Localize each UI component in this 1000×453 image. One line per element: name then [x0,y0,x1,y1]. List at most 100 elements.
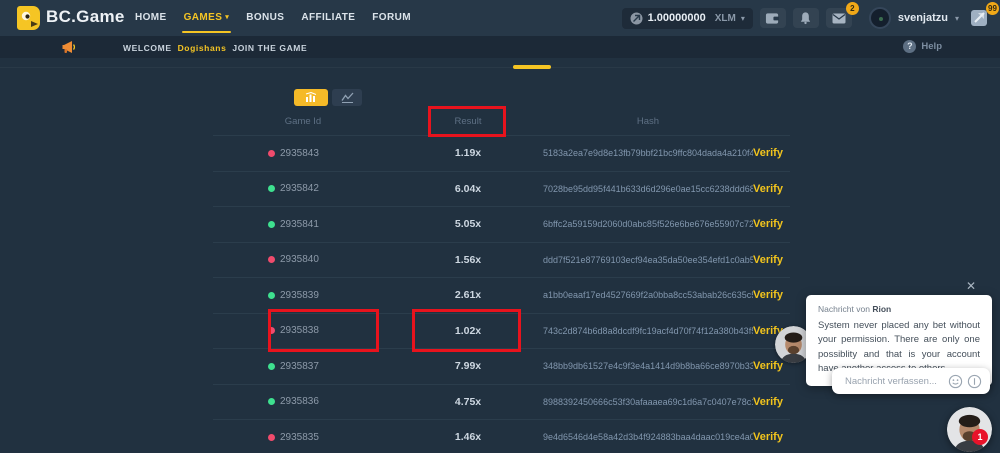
wallet-icon [765,12,780,25]
game-history-table: Game Id Result Hash 2935843 1.19x 5183a2… [213,108,790,453]
list-view-toggle[interactable] [294,89,328,106]
messages-button[interactable]: 2 [826,8,852,28]
result-value: 4.75x [393,396,543,408]
game-id-cell[interactable]: 2935839 [213,290,393,301]
status-dot [268,434,275,441]
notifications-button[interactable] [793,8,819,28]
hash-value: 743c2d874b6d8a8dcdf9fc19acf4d70f74f12a38… [543,326,753,336]
chat-toggle-button[interactable]: 99 [966,8,992,28]
chat-input[interactable] [845,376,948,387]
status-dot [268,185,275,192]
game-id-value: 2935840 [280,254,319,265]
welcome-username[interactable]: Dogishans [178,43,227,53]
trend-view-toggle[interactable] [332,89,362,106]
welcome-prefix: WELCOME [123,43,172,53]
hash-value: 348bb9db61527e4c9f3e4a1414d9b8ba66ce8970… [543,361,753,371]
chat-badge: 99 [986,2,999,15]
top-bar: BC.Game HOME ▾ GAMES ▾ BONUS ▾ AFFILIATE… [0,0,1000,36]
username[interactable]: svenjatzu [898,12,948,24]
bell-icon [799,11,812,25]
hash-value: 5183a2ea7e9d8e13fb79bbf21bc9ffc804dada4a… [543,148,753,158]
nav-item[interactable]: BONUS ▾ [246,0,284,36]
wallet-button[interactable] [760,8,786,28]
nav-item-label: FORUM [372,0,411,36]
help-label: Help [921,41,942,52]
table-row: 2935839 2.61x a1bb0eaaf17ed4527669f2a0bb… [213,277,790,313]
nav-item[interactable]: GAMES ▾ [184,0,230,36]
game-id-cell[interactable]: 2935838 [213,325,393,336]
table-row: 2935838 1.02x 743c2d874b6d8a8dcdf9fc19ac… [213,313,790,349]
welcome-bar: WELCOME Dogishans JOIN THE GAME ? Help [0,36,1000,58]
hash-value: 7028be95dd95f441b633d6d296e0ae15cc6238dd… [543,184,753,194]
mail-icon [832,13,846,24]
chat-panel-icon [970,9,988,27]
result-value: 1.56x [393,254,543,266]
bcgame-logo-icon[interactable] [16,5,41,31]
game-id-cell[interactable]: 2935835 [213,432,393,443]
game-id-value: 2935836 [280,396,319,407]
verify-link[interactable]: Verify [753,218,790,230]
verify-link[interactable]: Verify [753,396,790,408]
result-value: 2.61x [393,289,543,301]
status-dot [268,327,275,334]
status-dot [268,221,275,228]
hash-value: 9e4d6546d4e58a42d3b4f924883baa4daac019ce… [543,432,753,442]
verify-link[interactable]: Verify [753,254,790,266]
page: BC.Game HOME ▾ GAMES ▾ BONUS ▾ AFFILIATE… [0,0,1000,453]
chat-widget-avatar[interactable] [947,407,992,452]
chevron-down-icon: ▾ [741,14,745,23]
active-tab-indicator [513,65,551,69]
result-value: 1.02x [393,325,543,337]
top-bar-right: 1.00000000 XLM ▾ 2 [622,0,992,36]
game-id-cell[interactable]: 2935837 [213,361,393,372]
table-row: 2935836 4.75x 8988392450666c53f30afaaaea… [213,384,790,420]
hash-value: a1bb0eaaf17ed4527669f2a0bba8cc53abab26c6… [543,290,753,300]
game-id-cell[interactable]: 2935841 [213,219,393,230]
table-row: 2935843 1.19x 5183a2ea7e9d8e13fb79bbf21b… [213,135,790,171]
brand-title[interactable]: BC.Game [46,7,125,27]
nav-item-label: GAMES [184,0,223,36]
nav-item-label: HOME [135,0,167,36]
table-body: 2935843 1.19x 5183a2ea7e9d8e13fb79bbf21b… [213,135,790,453]
verify-link[interactable]: Verify [753,183,790,195]
verify-link[interactable]: Verify [753,147,790,159]
chevron-down-icon[interactable]: ▾ [955,14,959,23]
nav-item[interactable]: AFFILIATE ▾ [301,0,355,36]
game-id-cell[interactable]: 2935843 [213,148,393,159]
verify-link[interactable]: Verify [753,431,790,443]
nav-item[interactable]: FORUM ▾ [372,0,411,36]
verify-link[interactable]: Verify [753,289,790,301]
game-id-cell[interactable]: 2935836 [213,396,393,407]
game-id-value: 2935835 [280,432,319,443]
result-value: 7.99x [393,360,543,372]
result-value: 1.19x [393,147,543,159]
coin-icon [630,12,643,25]
result-value: 6.04x [393,183,543,195]
megaphone-icon [61,40,77,54]
table-row: 2935835 1.46x 9e4d6546d4e58a42d3b4f92488… [213,419,790,453]
status-dot [268,256,275,263]
balance-currency: XLM [715,13,736,24]
user-avatar[interactable] [869,7,891,29]
attachment-icon[interactable] [967,374,982,389]
column-header-game-id: Game Id [213,116,393,127]
help-button[interactable]: ? Help [903,40,942,53]
trend-chart-icon [341,92,354,103]
nav-item[interactable]: HOME ▾ [135,0,167,36]
game-id-cell[interactable]: 2935840 [213,254,393,265]
chat-message-title: Nachricht von Rion [818,304,980,314]
verify-link[interactable]: Verify [753,360,790,372]
balance-selector[interactable]: 1.00000000 XLM ▾ [622,8,753,29]
close-icon[interactable]: ✕ [966,279,976,293]
emoji-icon[interactable] [948,374,963,389]
table-row: 2935841 5.05x 6bffc2a59159d2060d0abc85f5… [213,206,790,242]
chat-unread-badge: 1 [972,429,988,445]
table-row: 2935840 1.56x ddd7f521e87769103ecf94ea35… [213,242,790,278]
question-icon: ? [903,40,916,53]
hash-value: 8988392450666c53f30afaaaea69c1d6a7c0407e… [543,397,753,407]
table-row: 2935837 7.99x 348bb9db61527e4c9f3e4a1414… [213,348,790,384]
game-id-value: 2935838 [280,325,319,336]
game-id-cell[interactable]: 2935842 [213,183,393,194]
status-dot [268,150,275,157]
chevron-down-icon: ▾ [225,0,229,36]
